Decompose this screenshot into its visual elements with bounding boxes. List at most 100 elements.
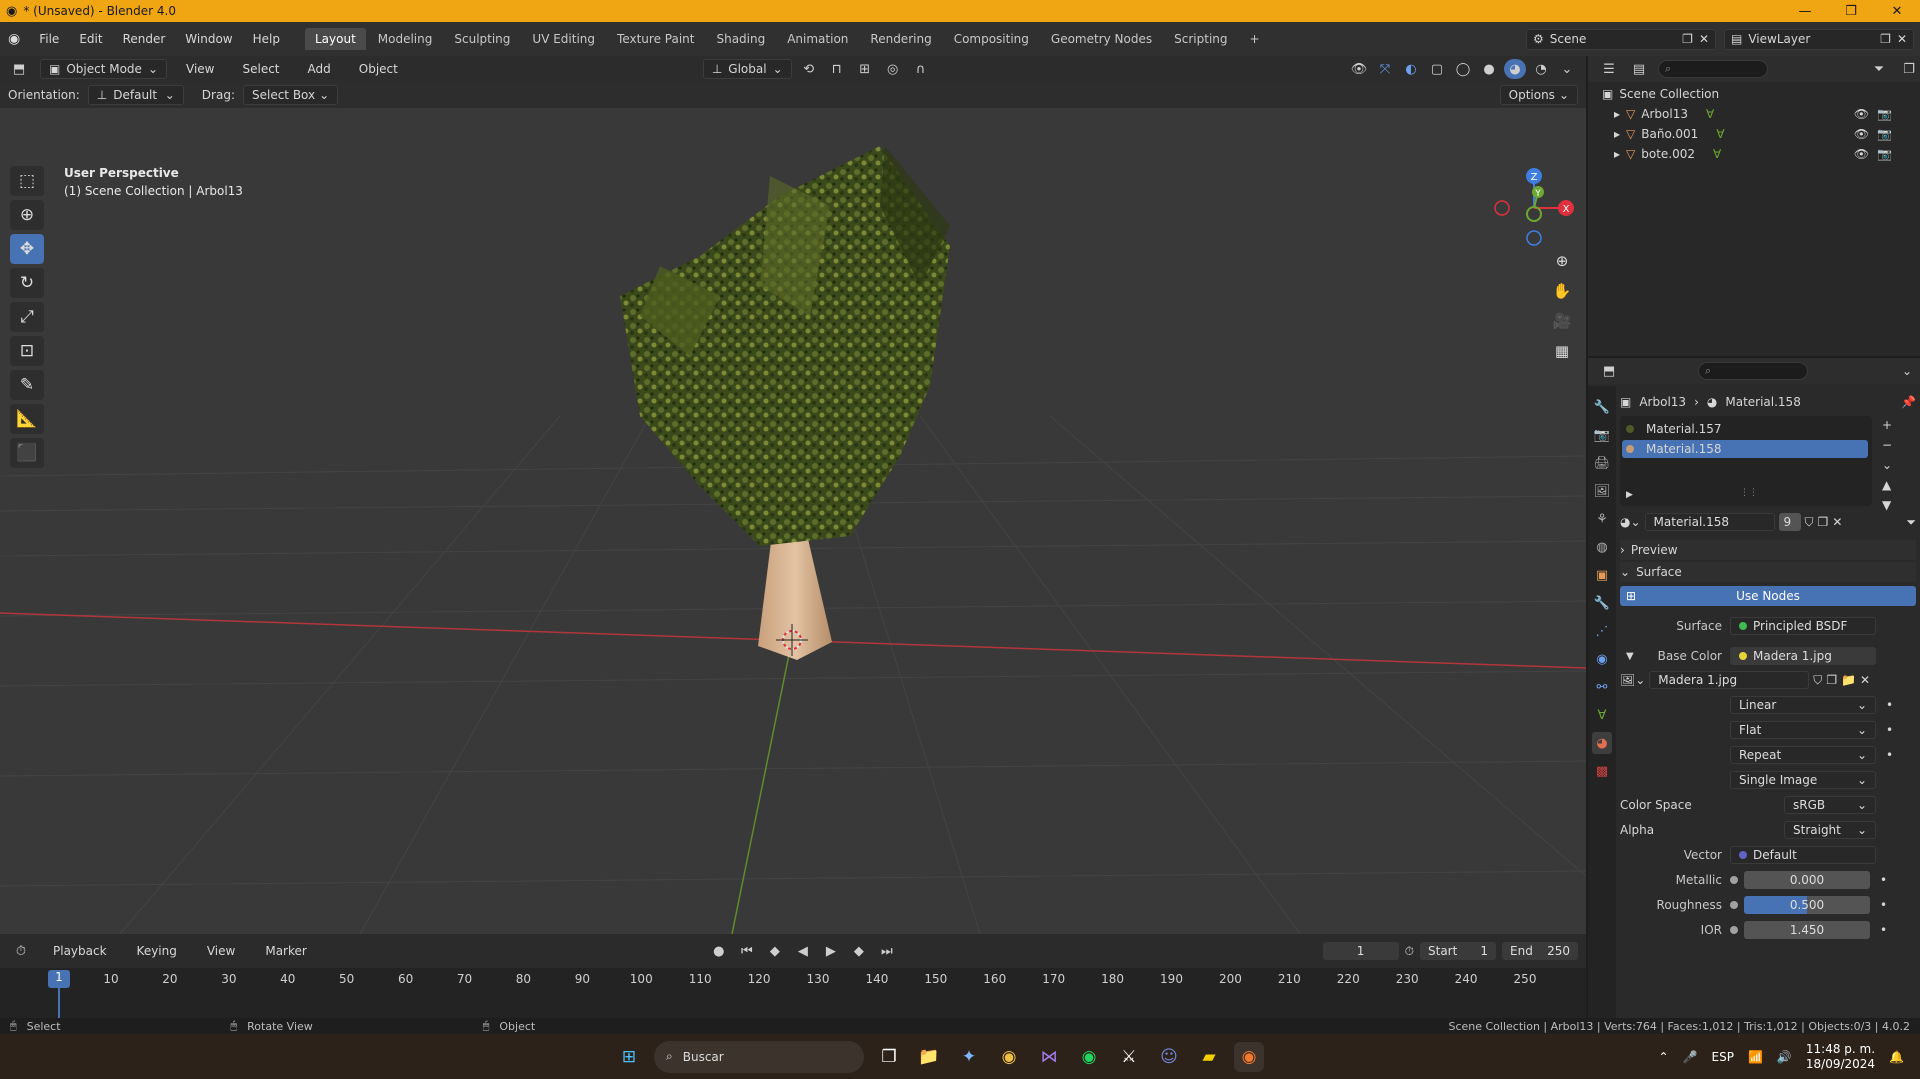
outliner-item[interactable]: ▸ ▽ Baño.001 ∀ 👁 📷	[1588, 124, 1920, 144]
expand-arrow-icon[interactable]: ▸	[1614, 127, 1620, 141]
output-tab-icon[interactable]: 🖨	[1592, 452, 1612, 474]
camera-icon[interactable]: 📷	[1877, 107, 1892, 121]
discord-icon[interactable]: ☺	[1154, 1042, 1184, 1072]
duplicate-material-icon[interactable]: ❐	[1818, 515, 1829, 529]
chrome-icon[interactable]: ◉	[994, 1042, 1024, 1072]
snap-icon[interactable]: ⊓	[826, 59, 848, 79]
outliner-scene-collection[interactable]: ▣ Scene Collection	[1588, 84, 1920, 104]
new-viewlayer-icon[interactable]: ❐	[1880, 32, 1891, 46]
expand-arrow-icon[interactable]: ▶	[1626, 490, 1633, 500]
use-nodes-button[interactable]: ⊞ Use Nodes	[1620, 586, 1916, 606]
camera-icon[interactable]: 📷	[1877, 127, 1892, 141]
filter-icon[interactable]: ⏷	[1868, 59, 1890, 79]
menu-add[interactable]: Add	[299, 62, 340, 76]
mode-dropdown[interactable]: ▣ Object Mode ⌄	[40, 59, 167, 79]
scene-selector[interactable]: ⚙ Scene ❐ ✕	[1526, 28, 1716, 50]
menu-render[interactable]: Render	[114, 32, 175, 46]
jump-start-icon[interactable]: ⏮	[736, 941, 758, 961]
object-tab-icon[interactable]: ▣	[1592, 564, 1612, 586]
play-icon[interactable]: ▶	[820, 941, 842, 961]
user-count[interactable]: 9	[1778, 513, 1801, 531]
blender-taskbar-icon[interactable]: ◉	[1234, 1041, 1264, 1072]
expand-arrow-icon[interactable]: ▸	[1614, 107, 1620, 121]
source-dropdown[interactable]: Single Image ⌄	[1730, 771, 1876, 789]
gizmo-toggle-icon[interactable]: ⤧	[1374, 59, 1396, 79]
eye-icon[interactable]: 👁	[1854, 127, 1869, 141]
eye-icon[interactable]: 👁	[1854, 147, 1869, 161]
spotify-icon[interactable]: ◉	[1074, 1042, 1104, 1072]
sticky-notes-icon[interactable]: ▰	[1194, 1042, 1224, 1072]
image-name-field[interactable]: Madera 1.jpg	[1649, 671, 1810, 689]
close-button[interactable]: ✕	[1874, 4, 1920, 19]
clock-icon[interactable]: ⏱	[1405, 944, 1414, 959]
language-indicator[interactable]: ESP	[1712, 1050, 1734, 1064]
keyframe-dot-icon[interactable]: •	[1886, 748, 1893, 762]
roughness-slider[interactable]: 0.500	[1744, 896, 1870, 914]
shading-options-icon[interactable]: ⌄	[1556, 59, 1578, 79]
unlink-image-icon[interactable]: ✕	[1860, 673, 1870, 687]
projection-dropdown[interactable]: Flat ⌄	[1730, 721, 1876, 739]
view-layer-tab-icon[interactable]: 🖼	[1592, 480, 1612, 502]
remove-slot-icon[interactable]: −	[1882, 438, 1892, 452]
end-frame-field[interactable]: End 250	[1502, 942, 1578, 960]
chevron-down-icon[interactable]: ⌄	[1882, 458, 1892, 472]
material-shading-icon[interactable]: ◕	[1504, 59, 1526, 79]
rendered-shading-icon[interactable]: ◔	[1530, 59, 1552, 79]
notification-bell-icon[interactable]: 🔔	[1889, 1050, 1904, 1064]
wifi-icon[interactable]: 📶	[1748, 1050, 1763, 1064]
color-space-dropdown[interactable]: sRGB ⌄	[1784, 796, 1876, 814]
measure-tool-icon[interactable]: 📐	[10, 404, 44, 434]
volume-icon[interactable]: 🔊	[1777, 1050, 1792, 1064]
taskbar-search[interactable]: ⌕ Buscar	[654, 1040, 864, 1073]
playhead[interactable]: 1	[48, 970, 70, 988]
solid-shading-icon[interactable]: ●	[1478, 59, 1500, 79]
task-view-icon[interactable]: ❐	[874, 1042, 904, 1072]
scale-tool-icon[interactable]: ⤢	[10, 302, 44, 332]
material-slot[interactable]: Material.157	[1620, 420, 1872, 438]
visual-studio-icon[interactable]: ⋈	[1034, 1042, 1064, 1072]
tab-sculpting[interactable]: Sculpting	[444, 28, 520, 50]
menu-help[interactable]: Help	[244, 32, 289, 46]
constraints-tab-icon[interactable]: ⚯	[1592, 676, 1612, 698]
properties-editor-icon[interactable]: ⬒	[1598, 361, 1620, 381]
copilot-icon[interactable]: ✦	[954, 1042, 984, 1072]
new-scene-icon[interactable]: ❐	[1682, 32, 1693, 46]
ior-field[interactable]: 1.450	[1744, 921, 1870, 939]
menu-object[interactable]: Object	[350, 62, 407, 76]
data-tab-icon[interactable]: ∀	[1592, 704, 1612, 726]
zoom-icon[interactable]: ⊕	[1556, 252, 1569, 270]
snap-target-icon[interactable]: ⊞	[854, 59, 876, 79]
tab-shading[interactable]: Shading	[706, 28, 775, 50]
prev-keyframe-icon[interactable]: ◆	[764, 941, 786, 961]
preview-panel-header[interactable]: › Preview	[1620, 540, 1916, 560]
select-box-tool-icon[interactable]: ⬚	[10, 166, 44, 196]
duplicate-image-icon[interactable]: ❐	[1826, 673, 1837, 687]
tab-modeling[interactable]: Modeling	[368, 28, 443, 50]
move-tool-icon[interactable]: ✥	[10, 234, 44, 264]
material-browse-icon[interactable]: ◕⌄	[1620, 515, 1641, 529]
move-down-icon[interactable]: ▼	[1882, 498, 1892, 512]
editor-type-icon[interactable]: ⬒	[8, 59, 30, 79]
keyframe-dot-icon[interactable]: •	[1886, 698, 1893, 712]
menu-edit[interactable]: Edit	[70, 32, 111, 46]
overlay-toggle-icon[interactable]: ◐	[1400, 59, 1422, 79]
delete-scene-icon[interactable]: ✕	[1699, 32, 1709, 46]
texture-tab-icon[interactable]: ▩	[1592, 760, 1612, 782]
fake-user-icon[interactable]: ⛉	[1813, 673, 1822, 688]
perspective-grid-icon[interactable]: ▦	[1555, 342, 1569, 360]
keyframe-dot-icon[interactable]: •	[1880, 898, 1887, 912]
viewlayer-selector[interactable]: ▤ ViewLayer ❐ ✕	[1724, 28, 1914, 50]
xray-icon[interactable]: ▢	[1426, 59, 1448, 79]
material-tab-icon[interactable]: ◕	[1592, 732, 1612, 754]
transform-orientation-dropdown[interactable]: ⊥ Global ⌄	[702, 59, 792, 79]
add-cube-tool-icon[interactable]: ⬛	[10, 438, 44, 468]
maximize-button[interactable]: ❐	[1828, 4, 1874, 19]
metallic-slider[interactable]: 0.000	[1744, 871, 1870, 889]
interpolation-dropdown[interactable]: Linear ⌄	[1730, 696, 1876, 714]
menu-playback[interactable]: Playback	[44, 944, 116, 958]
clock[interactable]: 11:48 p. m. 18/09/2024	[1806, 1042, 1875, 1072]
base-color-field[interactable]: Madera 1.jpg	[1730, 647, 1876, 665]
record-icon[interactable]: ●	[708, 941, 730, 961]
particles-tab-icon[interactable]: ⋰	[1592, 620, 1612, 642]
3d-viewport[interactable]: ⬒ ▣ Object Mode ⌄ View Select Add Object…	[0, 56, 1586, 934]
